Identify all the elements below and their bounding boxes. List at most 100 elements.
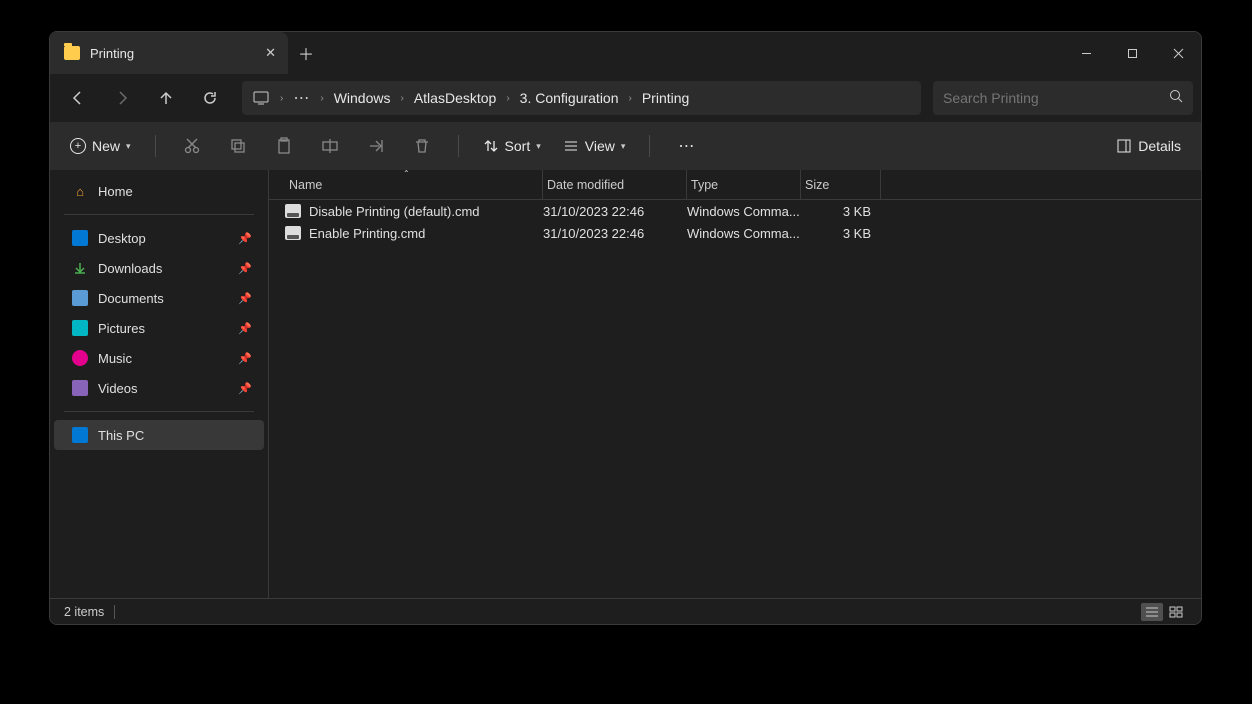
sidebar-label: Music xyxy=(98,351,132,366)
pin-icon: 📌 xyxy=(238,352,252,365)
file-row[interactable]: Enable Printing.cmd 31/10/2023 22:46 Win… xyxy=(269,222,1201,244)
pc-icon xyxy=(72,427,88,443)
details-label: Details xyxy=(1138,138,1181,154)
folder-icon xyxy=(64,46,80,60)
close-window-button[interactable] xyxy=(1155,32,1201,74)
sidebar-item-downloads[interactable]: Downloads 📌 xyxy=(54,253,264,283)
details-icon xyxy=(1116,138,1132,154)
view-icon xyxy=(563,138,579,154)
breadcrumb-item[interactable]: AtlasDesktop xyxy=(410,90,500,106)
sidebar-item-thispc[interactable]: This PC xyxy=(54,420,264,450)
breadcrumb[interactable]: › ⋯ › Windows › AtlasDesktop › 3. Config… xyxy=(242,81,921,115)
file-size: 3 KB xyxy=(801,226,881,241)
column-header-size[interactable]: Size xyxy=(801,170,881,199)
maximize-button[interactable] xyxy=(1109,32,1155,74)
window-controls xyxy=(1063,32,1201,74)
chevron-down-icon: ▾ xyxy=(126,141,131,152)
sort-button[interactable]: Sort ▾ xyxy=(475,134,549,158)
documents-icon xyxy=(72,290,88,306)
home-icon: ⌂ xyxy=(72,183,88,199)
pin-icon: 📌 xyxy=(238,232,252,245)
sidebar-label: Documents xyxy=(98,291,164,306)
new-label: New xyxy=(92,138,120,154)
file-size: 3 KB xyxy=(801,204,881,219)
chevron-right-icon: › xyxy=(394,93,409,104)
file-row[interactable]: Disable Printing (default).cmd 31/10/202… xyxy=(269,200,1201,222)
sidebar-label: Home xyxy=(98,184,133,199)
plus-circle-icon: + xyxy=(70,138,86,154)
sidebar: ⌂ Home Desktop 📌 Downloads 📌 Documents 📌 xyxy=(50,170,268,598)
copy-button[interactable] xyxy=(218,128,258,164)
thumbnails-view-button[interactable] xyxy=(1165,603,1187,621)
view-toggle xyxy=(1141,603,1187,621)
sidebar-label: Desktop xyxy=(98,231,146,246)
sort-label: Sort xyxy=(505,138,531,154)
chevron-right-icon: › xyxy=(274,93,289,104)
downloads-icon xyxy=(72,260,88,276)
column-header-date[interactable]: Date modified xyxy=(543,170,687,199)
pin-icon: 📌 xyxy=(238,262,252,275)
new-button[interactable]: + New ▾ xyxy=(62,134,139,158)
file-date: 31/10/2023 22:46 xyxy=(543,204,687,219)
paste-button[interactable] xyxy=(264,128,304,164)
cut-button[interactable] xyxy=(172,128,212,164)
forward-button[interactable] xyxy=(102,80,142,116)
sidebar-item-desktop[interactable]: Desktop 📌 xyxy=(54,223,264,253)
pc-icon xyxy=(248,91,274,105)
videos-icon xyxy=(72,380,88,396)
sidebar-label: Downloads xyxy=(98,261,162,276)
share-button[interactable] xyxy=(356,128,396,164)
sidebar-item-home[interactable]: ⌂ Home xyxy=(54,176,264,206)
details-button[interactable]: Details xyxy=(1108,134,1189,158)
music-icon xyxy=(72,350,88,366)
sort-icon xyxy=(483,138,499,154)
desktop-icon xyxy=(72,230,88,246)
tab-printing[interactable]: Printing ✕ xyxy=(50,32,288,74)
breadcrumb-item[interactable]: Windows xyxy=(330,90,395,106)
sort-asc-icon: ⌃ xyxy=(403,169,410,178)
up-button[interactable] xyxy=(146,80,186,116)
file-explorer-window: Printing ✕ ＋ › ⋯ › Windows › AtlasDeskto… xyxy=(49,31,1202,625)
sidebar-label: Videos xyxy=(98,381,138,396)
search-input[interactable] xyxy=(943,90,1169,106)
new-tab-button[interactable]: ＋ xyxy=(288,32,324,74)
file-type: Windows Comma... xyxy=(687,226,801,241)
cmd-file-icon xyxy=(285,226,301,240)
refresh-button[interactable] xyxy=(190,80,230,116)
breadcrumb-overflow[interactable]: ⋯ xyxy=(289,88,314,108)
tab-title: Printing xyxy=(90,46,134,61)
sidebar-label: This PC xyxy=(98,428,144,443)
cmd-file-icon xyxy=(285,204,301,218)
column-header-name[interactable]: Name ⌃ xyxy=(285,170,543,199)
chevron-right-icon: › xyxy=(500,93,515,104)
pin-icon: 📌 xyxy=(238,382,252,395)
column-header-type[interactable]: Type xyxy=(687,170,801,199)
body: ⌂ Home Desktop 📌 Downloads 📌 Documents 📌 xyxy=(50,170,1201,598)
sidebar-item-pictures[interactable]: Pictures 📌 xyxy=(54,313,264,343)
chevron-down-icon: ▾ xyxy=(536,141,541,152)
sidebar-item-videos[interactable]: Videos 📌 xyxy=(54,373,264,403)
view-button[interactable]: View ▾ xyxy=(555,134,634,158)
breadcrumb-item[interactable]: Printing xyxy=(638,90,693,106)
chevron-right-icon: › xyxy=(623,93,638,104)
delete-button[interactable] xyxy=(402,128,442,164)
file-name: Disable Printing (default).cmd xyxy=(309,204,480,219)
sidebar-item-music[interactable]: Music 📌 xyxy=(54,343,264,373)
details-view-button[interactable] xyxy=(1141,603,1163,621)
column-headers: Name ⌃ Date modified Type Size xyxy=(269,170,1201,200)
sidebar-item-documents[interactable]: Documents 📌 xyxy=(54,283,264,313)
titlebar: Printing ✕ ＋ xyxy=(50,32,1201,74)
address-bar: › ⋯ › Windows › AtlasDesktop › 3. Config… xyxy=(50,74,1201,122)
chevron-right-icon: › xyxy=(314,93,329,104)
search-box[interactable] xyxy=(933,81,1193,115)
breadcrumb-item[interactable]: 3. Configuration xyxy=(516,90,623,106)
close-tab-icon[interactable]: ✕ xyxy=(265,45,276,61)
minimize-button[interactable] xyxy=(1063,32,1109,74)
more-button[interactable]: ⋯ xyxy=(666,128,706,164)
back-button[interactable] xyxy=(58,80,98,116)
toolbar: + New ▾ Sort ▾ View ▾ ⋯ Details xyxy=(50,122,1201,170)
view-label: View xyxy=(585,138,615,154)
rename-button[interactable] xyxy=(310,128,350,164)
search-icon[interactable] xyxy=(1169,89,1183,108)
pin-icon: 📌 xyxy=(238,292,252,305)
